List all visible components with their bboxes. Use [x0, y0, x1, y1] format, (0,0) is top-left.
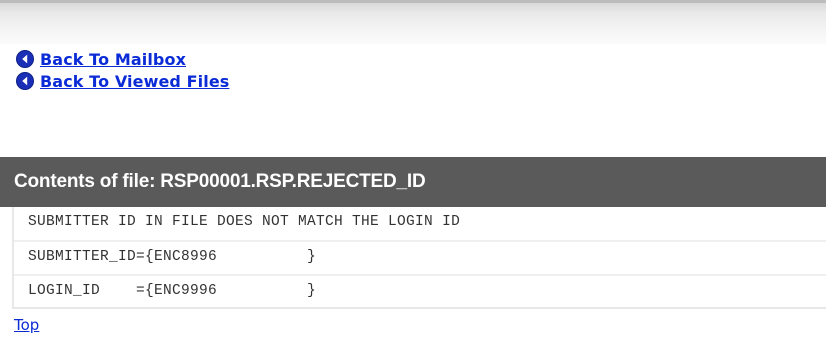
file-line: SUBMITTER ID IN FILE DOES NOT MATCH THE …: [28, 214, 461, 230]
file-line: SUBMITTER_ID={ENC8996 }: [28, 249, 317, 265]
file-contents-header: Contents of file: RSP00001.RSP.REJECTED_…: [0, 157, 826, 207]
file-line: LOGIN_ID ={ENC9996 }: [28, 283, 317, 299]
row-divider: [14, 274, 826, 276]
back-to-mailbox-link[interactable]: Back To Mailbox: [16, 48, 229, 70]
arrow-left-circle-icon: [16, 72, 34, 90]
top-gradient-band: [0, 0, 826, 44]
back-to-viewed-files-label[interactable]: Back To Viewed Files: [40, 72, 229, 91]
row-divider: [14, 240, 826, 242]
back-to-viewed-files-link[interactable]: Back To Viewed Files: [16, 70, 229, 92]
top-link[interactable]: Top: [14, 316, 39, 334]
back-to-mailbox-label[interactable]: Back To Mailbox: [40, 50, 186, 69]
arrow-left-circle-icon: [16, 50, 34, 68]
back-navigation: Back To Mailbox Back To Viewed Files: [16, 48, 229, 92]
file-header-title: Contents of file: RSP00001.RSP.REJECTED_…: [14, 171, 426, 192]
